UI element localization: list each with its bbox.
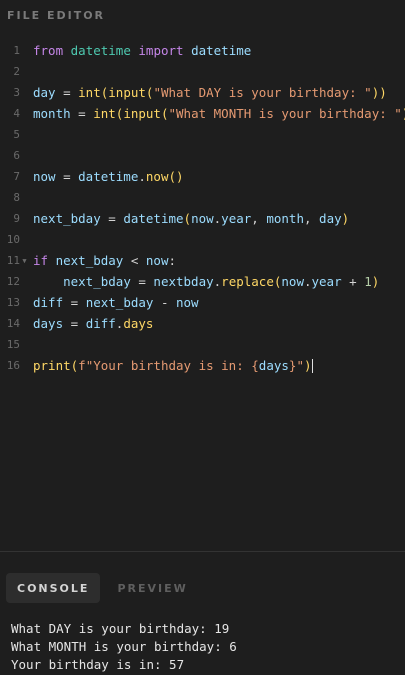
line-number: 16 [6, 359, 20, 372]
code-text[interactable]: if next_bday < now: [29, 253, 176, 268]
line-number: 9 [13, 212, 20, 225]
code-line[interactable]: 2 [0, 61, 405, 82]
code-line[interactable]: 11 ▼ if next_bday < now: [0, 250, 405, 271]
app-window: FILE EDITOR 1 from datetime import datet… [0, 0, 405, 675]
code-line[interactable]: 5 [0, 124, 405, 145]
code-line[interactable]: 14 days = diff.days [0, 313, 405, 334]
code-text[interactable]: days = diff.days [29, 316, 153, 331]
code-line[interactable]: 15 [0, 334, 405, 355]
line-number: 1 [13, 44, 20, 57]
code-text[interactable]: now = datetime.now() [29, 169, 184, 184]
code-line[interactable]: 6 [0, 145, 405, 166]
line-number: 5 [13, 128, 20, 141]
code-text[interactable]: from datetime import datetime [29, 43, 251, 58]
line-number: 4 [13, 107, 20, 120]
code-line[interactable]: 10 [0, 229, 405, 250]
line-number: 2 [13, 65, 20, 78]
code-line[interactable]: 13 diff = next_bday - now [0, 292, 405, 313]
code-text[interactable]: day = int(input("What DAY is your birthd… [29, 85, 387, 100]
file-editor-header: FILE EDITOR [7, 8, 106, 22]
code-text[interactable]: next_bday = datetime(now.year, month, da… [29, 211, 349, 226]
text-cursor [311, 359, 313, 374]
console-output: What DAY is your birthday: 19 What MONTH… [11, 620, 405, 674]
tab-console[interactable]: CONSOLE [6, 573, 101, 603]
code-line[interactable]: 1 from datetime import datetime [0, 40, 405, 61]
console-line: Your birthday is in: 57 [11, 657, 185, 672]
code-line[interactable]: 8 [0, 187, 405, 208]
line-number: 3 [13, 86, 20, 99]
panel-divider[interactable] [0, 551, 405, 552]
tab-preview[interactable]: PREVIEW [106, 573, 198, 603]
code-line[interactable]: 12 next_bday = nextbday.replace(now.year… [0, 271, 405, 292]
console-line: What MONTH is your birthday: 6 [11, 639, 237, 654]
code-line[interactable]: 9 next_bday = datetime(now.year, month, … [0, 208, 405, 229]
line-number: 7 [13, 170, 20, 183]
line-number: 6 [13, 149, 20, 162]
console-line: What DAY is your birthday: 19 [11, 621, 230, 636]
line-number: 13 [6, 296, 20, 309]
code-text[interactable]: diff = next_bday - now [29, 295, 199, 310]
code-editor[interactable]: 1 from datetime import datetime 2 3 day … [0, 40, 405, 376]
code-text[interactable]: print(f"Your birthday is in: {days}") [29, 358, 313, 374]
line-number: 8 [13, 191, 20, 204]
code-line[interactable]: 7 now = datetime.now() [0, 166, 405, 187]
line-number: 14 [6, 317, 20, 330]
code-text[interactable]: next_bday = nextbday.replace(now.year + … [29, 274, 379, 289]
code-text[interactable]: month = int(input("What MONTH is your bi… [29, 106, 405, 121]
code-line[interactable]: 4 month = int(input("What MONTH is your … [0, 103, 405, 124]
code-line[interactable]: 3 day = int(input("What DAY is your birt… [0, 82, 405, 103]
line-number: 12 [6, 275, 20, 288]
fold-toggle-icon[interactable]: ▼ [20, 257, 29, 265]
line-number: 10 [6, 233, 20, 246]
line-number: 15 [6, 338, 20, 351]
line-number: 11 [6, 254, 20, 267]
console-tab-bar: CONSOLE PREVIEW [6, 573, 199, 603]
code-line[interactable]: 16 print(f"Your birthday is in: {days}") [0, 355, 405, 376]
